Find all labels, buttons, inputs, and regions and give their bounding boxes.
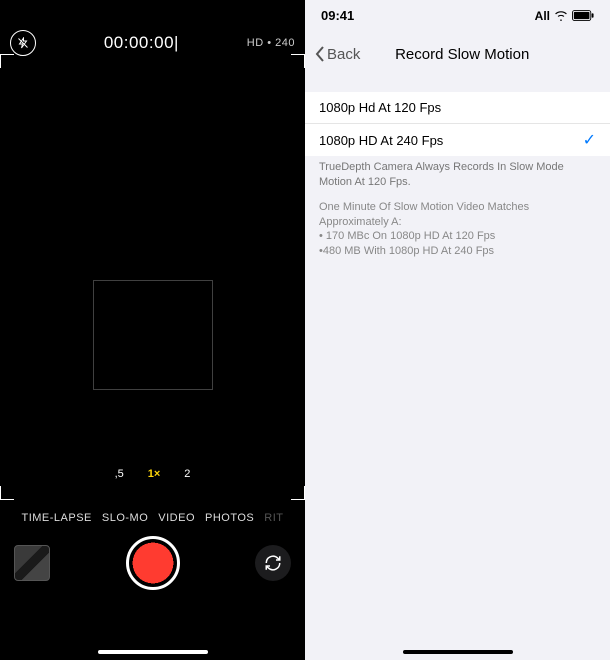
switch-camera-button[interactable] xyxy=(255,545,291,581)
info-bullet-240: •480 MB With 1080p HD At 240 Fps xyxy=(319,244,596,259)
settings-screen: 09:41 All Back Record Slow Motion 1080p … xyxy=(305,0,610,660)
status-carrier: All xyxy=(535,9,550,23)
checkmark-icon: ✓ xyxy=(583,130,596,150)
mode-photo[interactable]: PHOTOS xyxy=(205,512,254,524)
status-time: 09:41 xyxy=(321,8,354,23)
record-timer: 00:00:00| xyxy=(104,33,179,53)
home-indicator[interactable] xyxy=(403,650,513,654)
record-button[interactable] xyxy=(126,536,180,590)
format-indicator[interactable]: HD • 240 xyxy=(247,37,295,49)
viewfinder-corner xyxy=(291,54,305,68)
info-truedepth: TrueDepth Camera Always Records In Slow … xyxy=(319,160,596,190)
viewfinder-corner xyxy=(0,54,14,68)
nav-bar: Back Record Slow Motion xyxy=(305,36,610,72)
zoom-option-selected[interactable]: 1× xyxy=(148,468,161,480)
flash-off-icon xyxy=(17,37,29,49)
option-1080p-240fps[interactable]: 1080p HD At 240 Fps ✓ xyxy=(305,124,610,156)
zoom-option[interactable]: ,5 xyxy=(115,468,124,480)
mode-portrait[interactable]: RIT xyxy=(264,512,283,524)
zoom-selector[interactable]: ,5 1× 2 xyxy=(0,468,305,480)
option-label: 1080p Hd At 120 Fps xyxy=(319,100,441,115)
mode-video[interactable]: VIDEO xyxy=(158,512,195,524)
flash-toggle[interactable] xyxy=(10,30,36,56)
camera-top-bar: 00:00:00| HD • 240 xyxy=(0,30,305,56)
status-bar: 09:41 All xyxy=(305,8,610,23)
viewfinder-corner xyxy=(0,486,14,500)
camera-screen: 00:00:00| HD • 240 ,5 1× 2 TIME-LAPSE SL… xyxy=(0,0,305,660)
wifi-icon xyxy=(554,11,568,21)
switch-camera-icon xyxy=(264,554,282,572)
info-heading: One Minute Of Slow Motion Video Matches … xyxy=(319,200,596,230)
info-bullet-120: • 170 MBc On 1080p HD At 120 Fps xyxy=(319,229,596,244)
battery-icon xyxy=(572,10,594,21)
page-title: Record Slow Motion xyxy=(324,46,600,63)
shutter-row xyxy=(0,536,305,590)
mode-selector[interactable]: TIME-LAPSE SLO-MO VIDEO PHOTOS RIT xyxy=(0,512,305,524)
options-list: 1080p Hd At 120 Fps 1080p HD At 240 Fps … xyxy=(305,92,610,156)
focus-box[interactable] xyxy=(93,280,213,390)
home-indicator[interactable] xyxy=(98,650,208,654)
last-photo-thumbnail[interactable] xyxy=(14,545,50,581)
option-1080p-120fps[interactable]: 1080p Hd At 120 Fps xyxy=(305,92,610,124)
viewfinder-corner xyxy=(291,486,305,500)
info-text: TrueDepth Camera Always Records In Slow … xyxy=(319,160,596,259)
record-button-inner xyxy=(133,543,173,583)
mode-slo-mo[interactable]: SLO-MO xyxy=(102,512,148,524)
mode-time-lapse[interactable]: TIME-LAPSE xyxy=(21,512,91,524)
option-label: 1080p HD At 240 Fps xyxy=(319,133,443,148)
status-right: All xyxy=(535,9,594,23)
zoom-option[interactable]: 2 xyxy=(184,468,190,480)
